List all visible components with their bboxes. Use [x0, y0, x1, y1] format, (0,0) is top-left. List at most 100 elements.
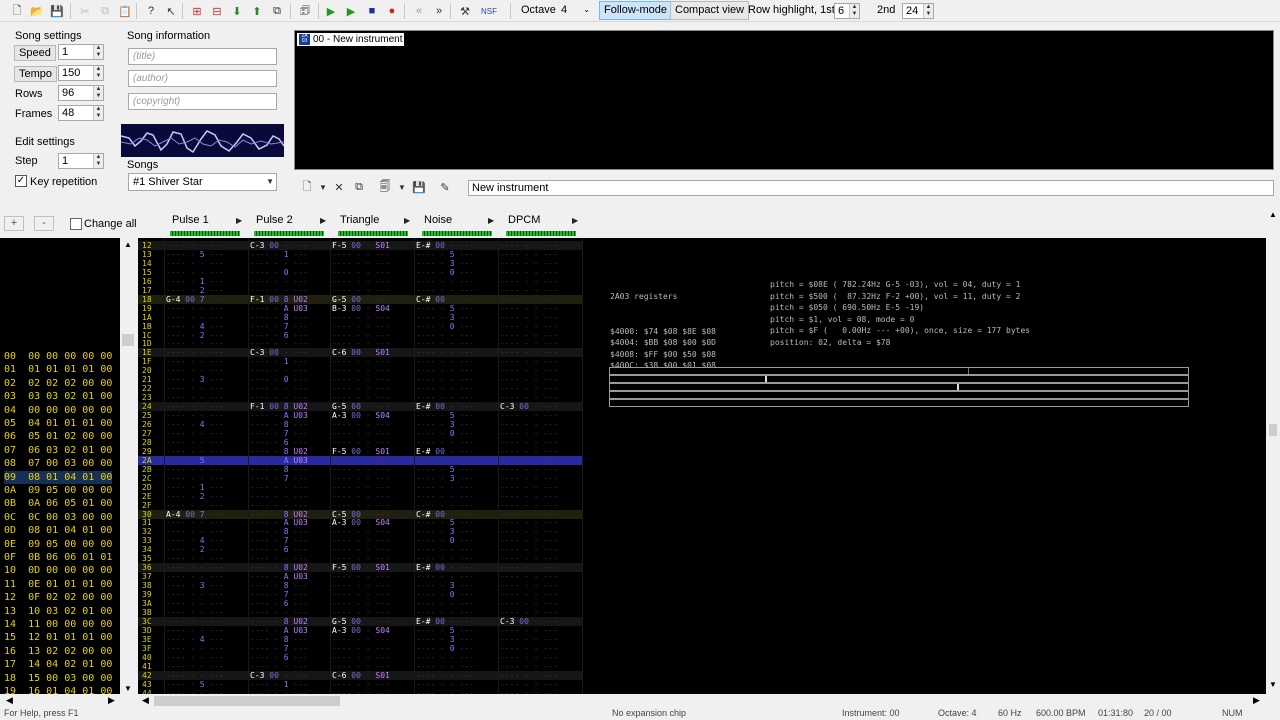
context-help-icon[interactable]: ↖ [162, 2, 180, 20]
pattern-row[interactable]: 30 A-4 00 7 --- ---- - 8 U02 C-5 00 - --- C-… [138, 509, 582, 519]
pattern-cell[interactable]: ---- - 6 --- [250, 545, 308, 554]
pattern-cell[interactable]: ---- - - --- [332, 286, 390, 295]
pattern-cell[interactable]: ---- - 1 --- [166, 277, 224, 286]
pattern-cell[interactable]: ---- - - --- [416, 662, 474, 671]
frame-row[interactable]: 0F 0B 06 06 01 01 [4, 551, 112, 564]
pattern-cell[interactable]: ---- - - --- [416, 501, 474, 510]
scroll-up-icon[interactable]: ▲ [1269, 210, 1277, 219]
pattern-cell[interactable]: ---- - 8 --- [250, 313, 308, 322]
paste-icon[interactable]: 📋 [116, 2, 134, 20]
pattern-row[interactable]: 43 ---- - 5 --- ---- - 1 --- ---- - - --- --… [138, 680, 582, 689]
pattern-cell[interactable]: ---- - - --- [250, 608, 308, 617]
pattern-cell[interactable]: ---- - 8 U02 [250, 510, 308, 519]
pattern-cell[interactable]: A-4 00 7 --- [166, 510, 224, 519]
pattern-row[interactable]: 2B ---- - - --- ---- - 8 --- ---- - - --- --… [138, 465, 582, 474]
pattern-cell[interactable]: ---- - A U03 [250, 456, 308, 465]
pattern-cell[interactable]: ---- - - --- [332, 581, 390, 590]
step-input[interactable]: 1 ▲ ▼ [58, 153, 104, 169]
record-icon[interactable]: ● [383, 2, 401, 20]
pattern-cell[interactable]: G-5 00 - --- [332, 402, 390, 411]
pattern-cell[interactable]: ---- - - --- [416, 608, 474, 617]
pattern-row[interactable]: 24 ---- - - --- F-1 00 8 U02 G-5 00 - --- E-… [138, 402, 582, 412]
pattern-row[interactable]: 1E ---- - - --- C-3 00 - --- C-6 00 - S01 --… [138, 348, 582, 358]
pattern-cell[interactable]: ---- - - --- [332, 536, 390, 545]
pattern-row[interactable]: 25 ---- - - --- ---- - A U03 A-3 00 - S04 --… [138, 411, 582, 420]
frame-row[interactable]: 15 12 01 01 01 00 [4, 631, 112, 644]
pattern-cell[interactable]: ---- - - --- [416, 438, 474, 447]
pattern-cell[interactable]: ---- - 8 --- [250, 527, 308, 536]
frame-row[interactable]: 0C 0C 00 03 00 00 [4, 511, 112, 524]
pattern-cell[interactable]: ---- - - --- [166, 563, 224, 572]
pattern-cell[interactable]: ---- - - --- [166, 465, 224, 474]
pattern-cell[interactable]: ---- - 2 --- [166, 545, 224, 554]
pattern-cell[interactable]: ---- - - --- [500, 384, 558, 393]
pattern-cell[interactable]: ---- - - --- [250, 366, 308, 375]
pattern-cell[interactable]: ---- - 8 --- [250, 465, 308, 474]
pattern-cell[interactable]: ---- - 3 --- [166, 581, 224, 590]
pattern-hscroll-thumb[interactable] [154, 696, 340, 706]
pattern-cell[interactable]: ---- - - --- [250, 259, 308, 268]
pattern-cell[interactable]: ---- - - --- [500, 653, 558, 662]
frame-row[interactable]: 02 02 02 02 00 00 [4, 377, 112, 390]
pattern-cell[interactable]: ---- - 5 --- [416, 411, 474, 420]
spin-arrows-icon[interactable]: ▲ ▼ [923, 4, 933, 18]
pattern-cell[interactable]: ---- - - --- [250, 554, 308, 563]
pattern-cell[interactable]: C-6 00 - S01 [332, 348, 390, 357]
pattern-cell[interactable]: ---- - - --- [332, 429, 390, 438]
move-frame-down-icon[interactable]: ⬇ [228, 2, 246, 20]
pattern-row[interactable]: 22 ---- - - --- ---- - - --- ---- - - --- --… [138, 384, 582, 393]
pattern-cell[interactable]: ---- - - --- [500, 536, 558, 545]
pattern-cell[interactable]: F-5 00 - S01 [332, 563, 390, 572]
pattern-cell[interactable]: ---- - 0 --- [416, 644, 474, 653]
pattern-cell[interactable]: ---- - - --- [500, 501, 558, 510]
pattern-row[interactable]: 36 ---- - - --- ---- - 8 U02 F-5 00 - S01 E-… [138, 563, 582, 573]
pattern-cell[interactable]: ---- - - --- [166, 313, 224, 322]
pattern-cell[interactable]: ---- - - --- [500, 429, 558, 438]
channel-1-header[interactable]: Pulse 2 ▶ [222, 212, 326, 238]
copy-icon[interactable]: ⧉ [96, 2, 114, 20]
pattern-cell[interactable]: ---- - - --- [332, 375, 390, 384]
pattern-cell[interactable]: ---- - 7 --- [250, 322, 308, 331]
pattern-cell[interactable]: ---- - - --- [250, 384, 308, 393]
pattern-cell[interactable]: ---- - - --- [166, 438, 224, 447]
pattern-cell[interactable]: ---- - 7 --- [250, 536, 308, 545]
pattern-cell[interactable]: ---- - - --- [500, 590, 558, 599]
pattern-cell[interactable]: ---- - - --- [416, 339, 474, 348]
pattern-cell[interactable]: ---- - - --- [332, 545, 390, 554]
pattern-cell[interactable]: ---- - 3 --- [416, 635, 474, 644]
pattern-cell[interactable]: ---- - - --- [500, 563, 558, 572]
pattern-cell[interactable]: ---- - - --- [500, 572, 558, 581]
pattern-cell[interactable]: ---- - 5 --- [416, 518, 474, 527]
frame-row[interactable]: 0A 09 05 00 00 00 [4, 484, 112, 497]
pattern-row[interactable]: 2C ---- - - --- ---- - 7 --- ---- - - --- --… [138, 474, 582, 483]
about-icon[interactable]: ? [142, 2, 160, 20]
pattern-cell[interactable]: ---- - - --- [332, 635, 390, 644]
module-properties-icon[interactable]: 🗊 [296, 2, 314, 20]
pattern-cell[interactable]: ---- - - --- [500, 662, 558, 671]
pattern-cell[interactable]: ---- - 4 --- [166, 420, 224, 429]
add-frame-button[interactable]: + [4, 216, 24, 231]
scroll-right-icon[interactable]: ▶ [1253, 695, 1260, 706]
instrument-name-input[interactable]: New instrument [468, 180, 1274, 196]
speed-input[interactable]: 1 ▲ ▼ [58, 44, 104, 60]
pattern-cell[interactable]: ---- - - --- [416, 653, 474, 662]
pattern-cell[interactable]: ---- - - --- [500, 322, 558, 331]
pattern-cell[interactable]: ---- - - --- [166, 617, 224, 626]
pattern-cell[interactable]: ---- - 1 --- [250, 680, 308, 689]
pattern-row[interactable]: 1A ---- - - --- ---- - 8 --- ---- - - --- --… [138, 313, 582, 322]
tempo-input[interactable]: 150 ▲ ▼ [58, 65, 104, 81]
pattern-cell[interactable]: ---- - - --- [166, 671, 224, 680]
pattern-row[interactable]: 1D ---- - - --- ---- - - --- ---- - - --- --… [138, 339, 582, 348]
pattern-row[interactable]: 42 ---- - - --- C-3 00 - --- C-6 00 - S01 --… [138, 670, 582, 680]
pattern-cell[interactable]: ---- - 1 --- [250, 357, 308, 366]
play-icon[interactable]: ▶ [322, 2, 340, 20]
pattern-cell[interactable]: ---- - - --- [166, 384, 224, 393]
pattern-cell[interactable]: C-5 00 - --- [332, 510, 390, 519]
author-field[interactable]: (author) [128, 70, 277, 87]
pattern-row[interactable]: 3A ---- - - --- ---- - 6 --- ---- - - --- --… [138, 599, 582, 608]
pattern-cell[interactable]: ---- - - --- [166, 653, 224, 662]
pattern-row[interactable]: 28 ---- - - --- ---- - 6 --- ---- - - --- --… [138, 438, 582, 447]
pattern-cell[interactable]: ---- - - --- [500, 250, 558, 259]
pattern-cell[interactable]: ---- - 5 --- [416, 250, 474, 259]
spin-arrows-icon[interactable]: ▲ ▼ [93, 66, 103, 80]
